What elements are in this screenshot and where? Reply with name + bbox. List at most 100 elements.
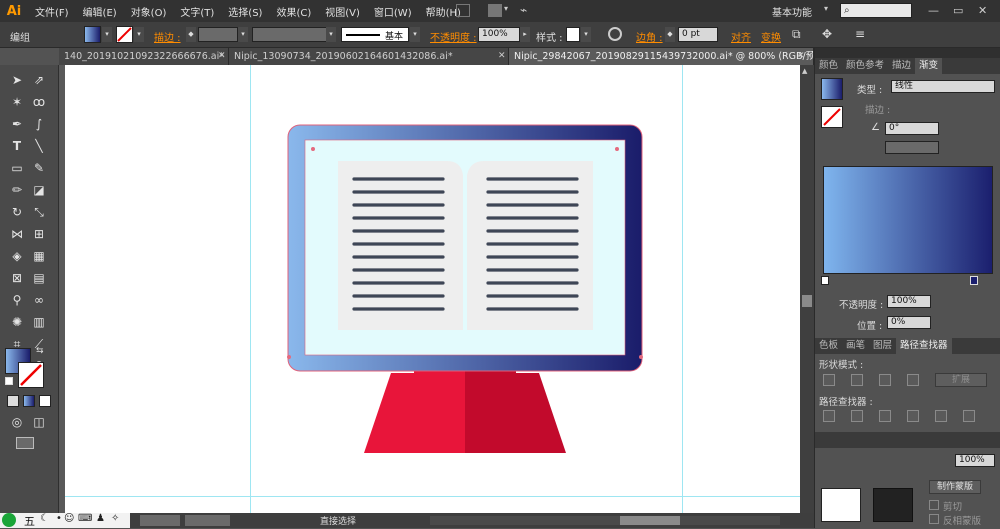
stroke-weight-label[interactable]: 描边 : — [154, 29, 181, 44]
crop-button[interactable] — [907, 410, 919, 422]
color-mode-icon[interactable] — [7, 395, 19, 407]
opacity-dropdown-icon[interactable]: ▸ — [520, 27, 530, 42]
doc-tab-3[interactable]: Nipic_29842067_20190829115439732000.ai* … — [509, 48, 814, 65]
mesh-tool-icon[interactable]: ⊠ — [8, 269, 26, 287]
bridge-icon[interactable] — [456, 4, 470, 17]
tab-layers[interactable]: 图层 — [869, 338, 896, 354]
invert-mask-checkbox[interactable] — [929, 514, 939, 524]
transform-button[interactable]: 变换 — [761, 29, 781, 44]
swap-fill-stroke-icon[interactable]: ⇆ — [36, 346, 44, 356]
stroke-weight-stepper[interactable]: ◆ — [186, 27, 196, 42]
fill-swatch[interactable] — [84, 26, 101, 43]
shape-builder-tool-icon[interactable]: ◈ — [8, 247, 26, 265]
menu-select[interactable]: 选择(S) — [221, 4, 269, 19]
gradient-stroke-thumbnail[interactable] — [821, 106, 843, 128]
pencil-tool-icon[interactable]: ✏ — [8, 181, 26, 199]
gradient-angle-field[interactable]: 0° — [885, 122, 939, 135]
tab-pathfinder[interactable]: 路径查找器 — [896, 338, 952, 354]
pen-tool-icon[interactable]: ✒ — [8, 115, 26, 133]
expand-button[interactable]: 扩展 — [935, 373, 987, 387]
free-transform-tool-icon[interactable]: ⊞ — [30, 225, 48, 243]
curvature-tool-icon[interactable]: ∫ — [30, 115, 48, 133]
horizontal-scroll-thumb[interactable] — [620, 516, 680, 525]
gradient-stop-left[interactable] — [821, 276, 829, 285]
type-tool-icon[interactable]: T — [8, 137, 26, 155]
divide-button[interactable] — [823, 410, 835, 422]
close-tab-2-icon[interactable]: ✕ — [498, 51, 506, 61]
intersect-button[interactable] — [879, 374, 891, 386]
screen-mode-icon[interactable] — [16, 437, 34, 449]
sogou-ime-icon[interactable] — [2, 513, 16, 527]
graphic-style-swatch[interactable] — [566, 27, 580, 42]
draw-inside-icon[interactable]: ◫ — [30, 413, 48, 431]
isolate-group-icon[interactable]: ⧉ — [792, 27, 801, 42]
column-graph-tool-icon[interactable]: ▥ — [30, 313, 48, 331]
mask-thumbnail[interactable] — [873, 488, 913, 522]
horizontal-scrollbar[interactable] — [430, 516, 780, 525]
artboard-canvas[interactable] — [59, 65, 800, 513]
workspace-dropdown-icon[interactable]: ▾ — [824, 4, 828, 13]
minimize-icon[interactable]: — — [928, 4, 939, 17]
blend-tool-icon[interactable]: ∞ — [30, 291, 48, 309]
minus-back-button[interactable] — [963, 410, 975, 422]
gradient-preview[interactable] — [823, 166, 993, 274]
wrench-icon[interactable]: ✧ — [111, 513, 119, 528]
close-tab-3-icon[interactable]: ✕ — [797, 51, 805, 61]
arrange-documents-icon[interactable] — [488, 4, 502, 17]
tab-swatches[interactable]: 色板 — [815, 338, 842, 354]
keyboard-icon[interactable]: ⌨ — [78, 513, 92, 528]
tab-color-guide[interactable]: 颜色参考 — [842, 58, 888, 74]
clip-checkbox[interactable] — [929, 500, 939, 510]
magic-wand-tool-icon[interactable]: ✶ — [8, 93, 26, 111]
transparency-opacity-field[interactable]: 100% — [955, 454, 995, 467]
doc-tab-1[interactable]: 140_20191021092322666676.ai* — [59, 48, 229, 65]
tab-color[interactable]: 颜色 — [815, 58, 842, 74]
opacity-label[interactable]: 不透明度 : — [430, 29, 477, 44]
corner-stepper[interactable]: ◆ — [665, 27, 675, 42]
moon-icon[interactable]: ☾ — [40, 513, 49, 528]
vertical-scroll-thumb[interactable] — [802, 295, 812, 307]
menu-window[interactable]: 窗口(W) — [367, 4, 419, 19]
exclude-button[interactable] — [907, 374, 919, 386]
stroke-weight-field[interactable] — [198, 27, 238, 42]
user-icon[interactable]: ♟ — [96, 513, 105, 528]
rotate-tool-icon[interactable]: ↻ — [8, 203, 26, 221]
transform-options-icon[interactable]: ✥ — [822, 27, 832, 41]
gpu-performance-icon[interactable]: ⌁ — [520, 3, 527, 17]
selection-tool-icon[interactable]: ➤ — [8, 71, 26, 89]
gradient-type-select[interactable]: 线性 — [891, 80, 995, 93]
gradient-stop-right[interactable] — [970, 276, 978, 285]
menu-effect[interactable]: 效果(C) — [269, 4, 318, 19]
tab-brushes[interactable]: 画笔 — [842, 338, 869, 354]
gradient-tool-icon[interactable]: ▤ — [30, 269, 48, 287]
doc-tab-2[interactable]: Nipic_13090734_20190602164601432086.ai* — [229, 48, 509, 65]
zoom-field[interactable] — [140, 515, 180, 526]
maximize-icon[interactable]: ▭ — [953, 4, 963, 17]
brush-dropdown-icon[interactable]: ▾ — [410, 27, 420, 42]
outline-button[interactable] — [935, 410, 947, 422]
stroke-color-swatch[interactable] — [18, 362, 44, 388]
gradient-position-field[interactable]: 0% — [887, 316, 931, 329]
close-icon[interactable]: ✕ — [978, 4, 987, 17]
brush-definition[interactable]: 基本 — [341, 27, 409, 42]
align-button[interactable]: 对齐 — [731, 29, 751, 44]
stroke-weight-dropdown-icon[interactable]: ▾ — [238, 27, 248, 42]
aspect-ratio-field[interactable] — [885, 141, 939, 154]
minus-front-button[interactable] — [851, 374, 863, 386]
style-dropdown-icon[interactable]: ▾ — [581, 27, 591, 42]
scroll-up-icon[interactable]: ▲ — [802, 67, 807, 75]
none-mode-icon[interactable] — [39, 395, 51, 407]
workspace-switcher[interactable]: 基本功能 — [772, 4, 812, 19]
draw-mode-icon[interactable]: ◎ — [8, 413, 26, 431]
scale-tool-icon[interactable]: ⤡ — [30, 203, 48, 221]
make-mask-button[interactable]: 制作蒙版 — [929, 480, 981, 494]
menu-view[interactable]: 视图(V) — [318, 4, 367, 19]
trim-button[interactable] — [851, 410, 863, 422]
smile-icon[interactable]: ☺ — [64, 513, 74, 528]
paintbrush-tool-icon[interactable]: ✎ — [30, 159, 48, 177]
gradient-mode-icon[interactable] — [23, 395, 35, 407]
corner-radius-field[interactable]: 0 pt — [678, 27, 718, 42]
vertical-scrollbar[interactable]: ▲ — [800, 65, 814, 513]
stroke-dropdown-icon[interactable]: ▾ — [134, 27, 144, 42]
help-search-input[interactable]: ⌕ — [840, 3, 912, 18]
